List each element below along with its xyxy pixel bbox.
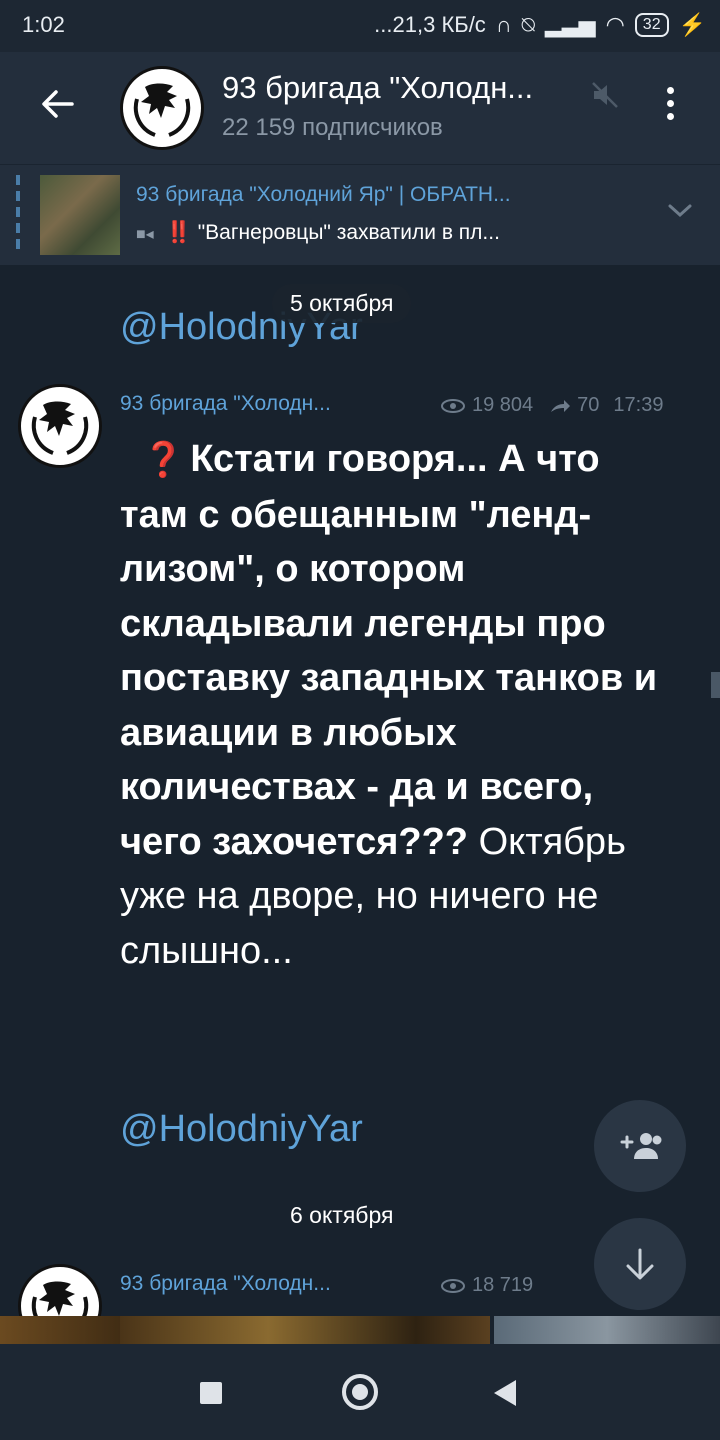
- pinned-title: 93 бригада "Холодний Яр" | ОБРАТН...: [136, 183, 511, 206]
- network-speed: ...21,3 КБ/с: [374, 12, 486, 37]
- media-thumbnail[interactable]: [120, 1316, 490, 1344]
- date-separator: 5 октября: [272, 284, 412, 323]
- message-link[interactable]: @HolodniyYar: [120, 1108, 363, 1151]
- message-meta: 18 719: [440, 1274, 533, 1297]
- view-count: 19 804: [472, 394, 534, 416]
- charging-icon: ⚡: [678, 12, 706, 37]
- system-back-button[interactable]: [494, 1380, 516, 1406]
- channel-logo-icon: [26, 392, 94, 460]
- pinned-text-row: ■◂ ‼️ "Вагнеровцы" захватили в пл...: [136, 221, 500, 245]
- chevron-down-icon[interactable]: [666, 196, 694, 224]
- eye-icon: [441, 1278, 465, 1293]
- system-navigation-bar: [0, 1344, 720, 1440]
- back-button[interactable]: [36, 82, 80, 126]
- video-icon: ■◂: [136, 226, 154, 243]
- forward-count: 70: [577, 394, 600, 416]
- pinned-message[interactable]: 93 бригада "Холодний Яр" | ОБРАТН... ■◂ ‼…: [0, 164, 720, 265]
- mute-icon: [592, 82, 618, 108]
- double-exclamation-icon: ‼️: [165, 221, 192, 244]
- battery-indicator: 32: [634, 13, 669, 37]
- message-author[interactable]: 93 бригада "Холодн...: [120, 392, 331, 416]
- pinned-text: "Вагнеровцы" захватили в пл...: [197, 221, 500, 244]
- date-separator: 6 октября: [290, 1202, 394, 1228]
- wifi-icon: ◠: [605, 12, 625, 37]
- message-author[interactable]: 93 бригада "Холодн...: [120, 1272, 331, 1296]
- view-count: 18 719: [472, 1274, 534, 1296]
- subscriber-count: 22 159 подписчиков: [222, 114, 443, 141]
- status-icons: ...21,3 КБ/с ∩ ⍉ ▂▃▅ ◠ 32 ⚡: [374, 12, 706, 38]
- alarm-off-icon: ⍉: [521, 12, 535, 37]
- headphones-icon: ∩: [495, 12, 512, 37]
- share-icon: [551, 399, 571, 412]
- add-user-icon: [620, 1133, 662, 1159]
- question-emoji-icon: ❓: [142, 441, 185, 479]
- message-avatar[interactable]: [18, 384, 102, 468]
- scroll-down-button[interactable]: [594, 1218, 686, 1310]
- message-text-bold: Кстати говоря... А что там с обещанным "…: [120, 438, 658, 863]
- status-time: 1:02: [22, 12, 65, 37]
- more-vertical-icon[interactable]: [652, 82, 688, 130]
- channel-title[interactable]: 93 бригада "Холодн...: [222, 70, 533, 106]
- media-thumbnail[interactable]: [494, 1316, 720, 1344]
- home-button[interactable]: [342, 1374, 378, 1410]
- arrow-down-icon: [626, 1248, 654, 1280]
- media-thumbnail[interactable]: [0, 1316, 140, 1344]
- eye-icon: [441, 398, 465, 413]
- recent-apps-button[interactable]: [200, 1382, 222, 1404]
- signal-icon: ▂▃▅: [544, 12, 596, 37]
- scroll-indicator[interactable]: [711, 672, 720, 698]
- message-meta: 19 804 70 17:39: [440, 394, 663, 417]
- channel-header: 93 бригада "Холодн... 22 159 подписчиков: [0, 52, 720, 164]
- status-bar: 1:02 ...21,3 КБ/с ∩ ⍉ ▂▃▅ ◠ 32 ⚡: [0, 0, 720, 52]
- back-arrow-icon: [42, 90, 74, 118]
- pinned-thumbnail: [40, 175, 120, 255]
- message-text: ❓ Кстати говоря... А что там с обещанным …: [120, 432, 660, 978]
- channel-logo-icon: [128, 74, 196, 142]
- message-time: 17:39: [613, 394, 664, 416]
- channel-avatar[interactable]: [120, 66, 204, 150]
- pinned-indicator: [16, 175, 20, 255]
- join-channel-button[interactable]: [594, 1100, 686, 1192]
